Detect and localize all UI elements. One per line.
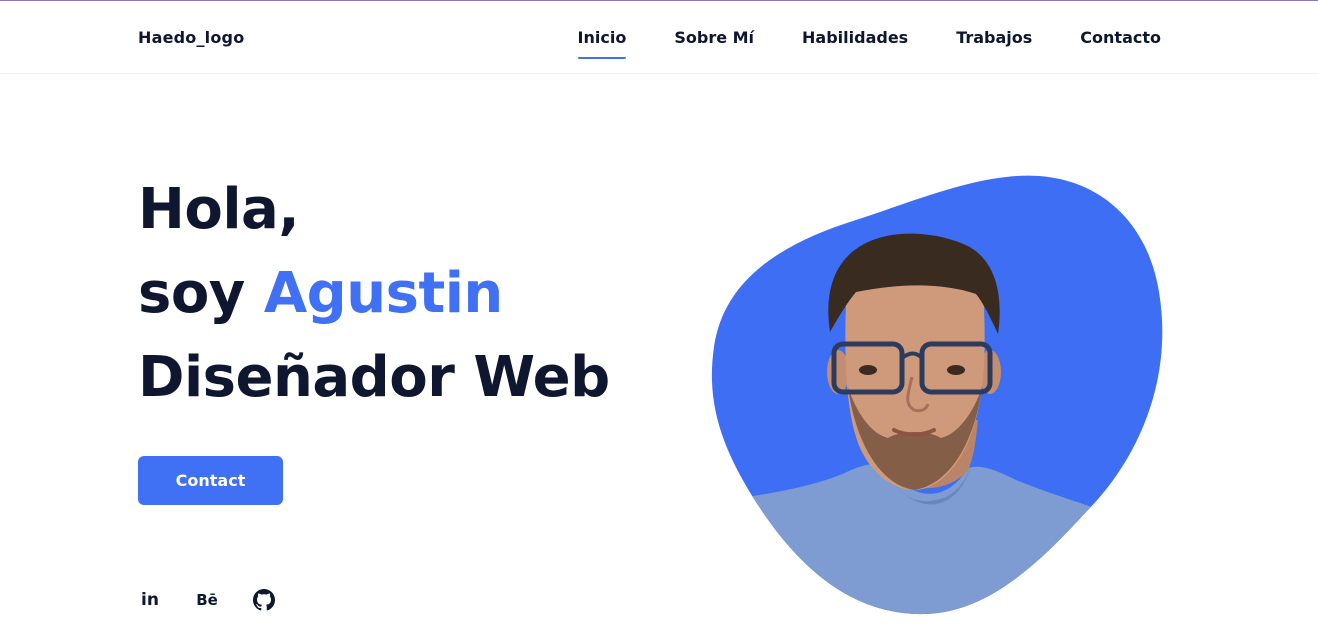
nav-link-trabajos[interactable]: Trabajos xyxy=(956,28,1032,47)
site-logo[interactable]: Haedo_logo xyxy=(138,28,244,47)
behance-icon[interactable]: Bē xyxy=(195,588,219,612)
nav-link-habilidades[interactable]: Habilidades xyxy=(802,28,908,47)
github-glyph xyxy=(253,589,275,611)
social-links: in Bē xyxy=(138,588,276,612)
site-header: Haedo_logo Inicio Sobre Mí Habilidades T… xyxy=(0,1,1318,74)
hero-name: Agustin xyxy=(263,261,503,326)
hero-greeting: Hola, xyxy=(138,177,300,242)
hero-intro-line: soy Agustin xyxy=(138,252,610,336)
hero-role: Diseñador Web xyxy=(138,345,610,410)
profile-photo xyxy=(711,175,1163,615)
contact-button[interactable]: Contact xyxy=(138,456,283,505)
right-eye xyxy=(947,365,965,375)
nav-link-sobre-mi[interactable]: Sobre Mí xyxy=(674,28,754,47)
hero-prefix: soy xyxy=(138,261,245,326)
left-eye xyxy=(859,365,877,375)
main-nav: Inicio Sobre Mí Habilidades Trabajos Con… xyxy=(577,28,1161,59)
hero-title: Hola, soy Agustin Diseñador Web xyxy=(138,168,610,420)
github-icon[interactable] xyxy=(252,588,276,612)
linkedin-icon[interactable]: in xyxy=(138,588,162,612)
nav-link-contacto[interactable]: Contacto xyxy=(1080,28,1161,47)
nav-link-inicio[interactable]: Inicio xyxy=(577,28,626,59)
